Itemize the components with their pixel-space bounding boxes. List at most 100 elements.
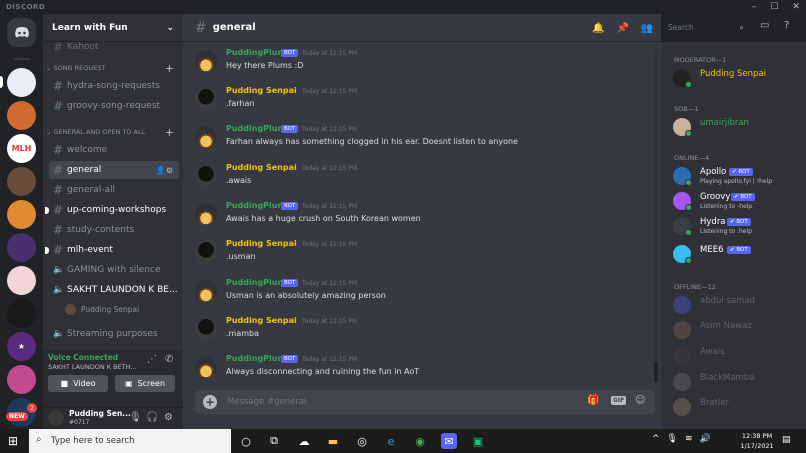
server-icon-learn-with-fun[interactable]	[7, 68, 36, 97]
server-icon-fox[interactable]	[7, 200, 36, 229]
add-channel-icon[interactable]: +	[165, 62, 174, 75]
gift-icon[interactable]: 🎁	[587, 395, 599, 406]
home-button[interactable]	[7, 18, 36, 47]
member-item[interactable]: Hydra ✔ BOT Listening to .help	[673, 215, 803, 237]
server-icon-pudding[interactable]	[7, 101, 36, 130]
task-view-icon[interactable]: ⧉	[266, 433, 282, 449]
member-item[interactable]: MEE6 ✔ BOT	[673, 243, 803, 265]
add-channel-icon[interactable]: +	[165, 126, 174, 139]
server-icon-mlh[interactable]: MLH	[7, 134, 36, 163]
member-list-icon[interactable]: 👥	[641, 23, 653, 34]
chrome-icon[interactable]: ◉	[412, 433, 428, 449]
disconnect-icon[interactable]: ✆	[165, 354, 173, 365]
avatar[interactable]	[195, 241, 217, 263]
microphone-icon[interactable]: 🎙	[129, 412, 142, 423]
server-icon-7[interactable]	[7, 266, 36, 295]
message-author[interactable]: PuddingPlum	[226, 278, 286, 287]
message-input[interactable]	[227, 394, 567, 410]
channel-welcome[interactable]: # welcome	[49, 141, 179, 159]
voice-channel-sakht[interactable]: 🔈 SAKHT LAUNDON K BE...	[49, 281, 179, 299]
avatar[interactable]	[195, 280, 217, 302]
bell-icon[interactable]: 🔔	[592, 23, 604, 34]
taskbar-clock[interactable]: 12:38 PM 1/17/2021	[740, 431, 774, 451]
gear-icon[interactable]: ⚙	[164, 412, 173, 423]
avatar[interactable]	[195, 88, 217, 110]
video-button[interactable]: ■ Video	[48, 375, 108, 392]
voice-channel-streaming[interactable]: 🔈 Streaming purposes	[49, 325, 179, 343]
chevron-up-icon[interactable]: ^	[652, 434, 660, 444]
search-input[interactable]: Search ⌕	[664, 20, 748, 35]
channel-up-coming-workshops[interactable]: # up-coming-workshops	[45, 201, 179, 219]
mic-tray-icon[interactable]: 🎙	[667, 434, 678, 444]
channel-settings-icons[interactable]: 👤⚙	[156, 166, 173, 175]
cortana-icon[interactable]: ○	[238, 433, 254, 449]
noise-suppression-icon[interactable]: ⋰	[147, 354, 157, 365]
emoji-icon[interactable]: ☺	[635, 395, 645, 406]
channel-study-contents[interactable]: # study-contents	[49, 221, 179, 239]
member-item[interactable]: Pudding Senpai	[673, 67, 803, 89]
server-header[interactable]: Learn with Fun ⌄	[43, 14, 183, 42]
avatar[interactable]	[195, 203, 217, 225]
message-author[interactable]: Pudding Senpai	[226, 86, 297, 95]
taskbar-search[interactable]: ⌕ Type here to search	[29, 429, 231, 453]
pin-icon[interactable]: 📌	[616, 23, 628, 34]
close-button[interactable]: ✕	[792, 0, 800, 14]
volume-icon[interactable]: 🔊	[700, 434, 711, 444]
headphones-icon[interactable]: 🎧	[146, 412, 158, 423]
channel-hydra-song-requests[interactable]: # hydra-song-requests	[49, 77, 179, 95]
member-item[interactable]: Asim Nawaz	[673, 319, 803, 341]
channel-general-all[interactable]: # general-all	[49, 181, 179, 199]
avatar[interactable]	[195, 50, 217, 72]
avatar[interactable]	[48, 410, 64, 426]
server-icon-8[interactable]	[7, 299, 36, 328]
member-item[interactable]: Apollo ✔ BOT Playing apollo.fyi | !help	[673, 165, 803, 187]
inbox-icon[interactable]: ▭	[760, 20, 769, 31]
voice-channel-gaming[interactable]: 🔈 GAMING with silence	[49, 261, 179, 279]
app-icon[interactable]: ◎	[354, 433, 370, 449]
add-attachment-icon[interactable]: +	[203, 395, 217, 409]
message-scrollbar[interactable]	[654, 50, 658, 382]
help-icon[interactable]: ?	[784, 20, 789, 31]
channel-general[interactable]: # general 👤⚙	[49, 161, 179, 179]
avatar[interactable]	[195, 318, 217, 340]
notification-icon[interactable]: ▤	[782, 435, 791, 445]
maximize-button[interactable]: ☐	[770, 0, 778, 14]
member-item[interactable]: Awais	[673, 345, 803, 367]
message-author[interactable]: PuddingPlum	[226, 354, 286, 363]
avatar[interactable]	[195, 126, 217, 148]
member-item[interactable]: umairjibran	[673, 116, 803, 138]
message-author[interactable]: Pudding Senpai	[226, 239, 297, 248]
pycharm-icon[interactable]: ▣	[470, 433, 486, 449]
server-icon-10[interactable]	[7, 365, 36, 394]
scrollbar-thumb[interactable]	[654, 362, 658, 382]
message-author[interactable]: Pudding Senpai	[226, 316, 297, 325]
windows-start-icon[interactable]: ⊞	[8, 434, 18, 448]
voice-member[interactable]: Pudding Senpai	[65, 304, 139, 315]
member-item[interactable]: BlackMamba	[673, 371, 803, 393]
server-icon-4[interactable]	[7, 167, 36, 196]
channel-mlh-event[interactable]: # mlh-event	[45, 241, 179, 259]
server-icon-star[interactable]: ★	[7, 332, 36, 361]
message-author[interactable]: PuddingPlum	[226, 48, 286, 57]
gif-button[interactable]: GIF	[611, 396, 627, 405]
discord-taskbar-icon[interactable]: ✉	[441, 433, 457, 449]
minimize-button[interactable]: –	[752, 0, 757, 14]
screen-share-button[interactable]: ▣ Screen	[115, 375, 175, 392]
category-general[interactable]: ⌄ GENERAL AND OPEN TO ALL +	[46, 126, 178, 139]
message-author[interactable]: PuddingPlum	[226, 201, 286, 210]
channel-groovy-song-request[interactable]: # groovy-song-request	[49, 97, 179, 115]
avatar[interactable]	[195, 356, 217, 378]
member-item[interactable]: abdul samad	[673, 294, 803, 316]
edge-icon[interactable]: e	[383, 433, 399, 449]
avatar[interactable]	[195, 165, 217, 187]
server-icon-6[interactable]	[7, 233, 36, 262]
message-author[interactable]: PuddingPlum	[226, 124, 286, 133]
category-song-request[interactable]: ⌄ SONG REQUEST +	[46, 62, 178, 75]
app-icon[interactable]: ☁	[296, 433, 312, 449]
channel-kahoot[interactable]: # Kahoot	[49, 42, 179, 56]
file-explorer-icon[interactable]: ▬	[325, 433, 341, 449]
member-item[interactable]: Groovy ✔ BOT Listening to -help	[673, 190, 803, 212]
member-item[interactable]: Bratler	[673, 396, 803, 418]
message-author[interactable]: Pudding Senpai	[226, 163, 297, 172]
voice-channel-name[interactable]: SAKHT LAUNDON K BETH...	[48, 363, 137, 371]
